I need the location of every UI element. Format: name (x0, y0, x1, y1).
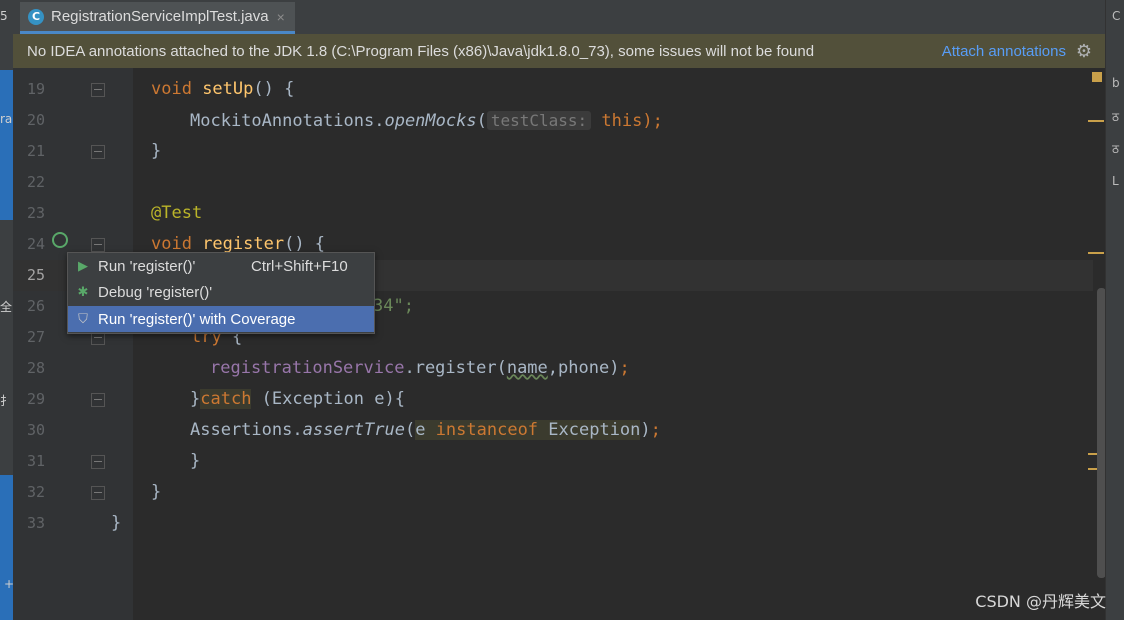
code-line: 33 } (13, 508, 1093, 539)
menu-item-label: Run 'register()' (98, 257, 196, 275)
run-test-gutter-icon[interactable] (52, 232, 68, 248)
menu-item-label: Run 'register()' with Coverage (98, 310, 296, 328)
right-strip-text: b (1112, 76, 1120, 90)
coverage-shield-icon: ⛉ (78, 311, 88, 326)
right-strip-text: ठ (1112, 142, 1119, 156)
fold-marker[interactable] (91, 238, 105, 252)
run-icon: ▶ (78, 258, 88, 273)
java-class-icon: C (28, 8, 44, 25)
line-number: 24 (26, 235, 45, 253)
menu-item-run-with-coverage[interactable]: ⛉ Run 'register()' with Coverage (68, 306, 374, 332)
close-icon[interactable]: × (277, 9, 285, 25)
gear-icon[interactable]: ⚙ (1076, 41, 1092, 62)
code-line: 22 (13, 167, 1093, 198)
run-context-menu: ▶ Run 'register()' Ctrl+Shift+F10 ✱ Debu… (67, 252, 375, 334)
banner-message: No IDEA annotations attached to the JDK … (27, 42, 815, 60)
left-tool-strip: 5 ra 全 扌 + (0, 0, 13, 620)
parameter-hint: testClass: (486, 111, 592, 130)
line-number: 25 (26, 266, 45, 284)
right-strip-text: L (1112, 174, 1119, 188)
code-line: 20 MockitoAnnotations.openMocks(testClas… (13, 105, 1093, 136)
code-editor[interactable]: 19 void setUp() { 20 MockitoAnnotations.… (13, 68, 1105, 620)
code-line: 28 registrationService.register(name,pho… (13, 353, 1093, 384)
fold-marker[interactable] (91, 455, 105, 469)
line-number: 29 (26, 390, 45, 408)
line-number: 21 (26, 142, 45, 160)
menu-item-run[interactable]: ▶ Run 'register()' Ctrl+Shift+F10 (68, 253, 374, 279)
line-number: 27 (26, 328, 45, 346)
tab-registrationserviceimpltest[interactable]: C RegistrationServiceImplTest.java × (20, 2, 295, 34)
test-annotation: @Test (151, 203, 203, 223)
left-strip-text: 5 (0, 9, 8, 23)
code-line: 29 }catch (Exception e){ (13, 384, 1093, 415)
right-strip-text: ठ (1112, 110, 1119, 124)
code-text: } (151, 482, 162, 502)
code-text: void setUp() { (151, 79, 295, 99)
warning-indicator[interactable] (1092, 72, 1102, 82)
code-text: }catch (Exception e){ (190, 389, 405, 409)
code-text: registrationService.register(name,phone)… (210, 358, 630, 378)
tab-label: RegistrationServiceImplTest.java (51, 8, 269, 25)
menu-item-debug[interactable]: ✱ Debug 'register()' (68, 279, 374, 305)
code-line: 23 @Test (13, 198, 1093, 229)
project-panel-edge (0, 70, 13, 220)
watermark: CSDN @丹辉美文 (975, 592, 1106, 611)
line-number: 31 (26, 452, 45, 470)
line-number: 32 (26, 483, 45, 501)
fold-marker[interactable] (91, 145, 105, 159)
fold-marker[interactable] (91, 486, 105, 500)
line-number: 30 (26, 421, 45, 439)
left-strip-text: 扌 (0, 394, 13, 408)
code-line: 19 void setUp() { (13, 74, 1093, 105)
line-number: 23 (26, 204, 45, 222)
attach-annotations-link[interactable]: Attach annotations (942, 43, 1066, 60)
code-text: } (111, 513, 122, 533)
left-strip-text[interactable]: + (4, 577, 13, 591)
annotations-notification-banner: No IDEA annotations attached to the JDK … (13, 34, 1105, 68)
vertical-scrollbar[interactable] (1097, 288, 1105, 578)
code-text: Assertions.assertTrue(e instanceof Excep… (190, 420, 661, 440)
line-number: 19 (26, 80, 45, 98)
line-number: 20 (26, 111, 45, 129)
left-strip-text: 全 (0, 300, 13, 314)
fold-marker[interactable] (91, 83, 105, 97)
code-text: MockitoAnnotations.openMocks(testClass: … (190, 111, 663, 131)
code-line: 30 Assertions.assertTrue(e instanceof Ex… (13, 415, 1093, 446)
line-number: 22 (26, 173, 45, 191)
fold-marker[interactable] (91, 393, 105, 407)
line-number: 28 (26, 359, 45, 377)
code-line: 21 } (13, 136, 1093, 167)
right-tool-strip: C b ठ ठ L (1105, 0, 1124, 620)
right-strip-text[interactable]: C (1112, 9, 1120, 23)
left-strip-text: ra (0, 112, 13, 126)
editor-tab-bar: C RegistrationServiceImplTest.java × (13, 0, 1105, 35)
line-number: 26 (26, 297, 45, 315)
code-line: 32 } (13, 477, 1093, 508)
shortcut-label: Ctrl+Shift+F10 (251, 257, 348, 275)
line-number: 33 (26, 514, 45, 532)
project-panel-edge-lower (0, 475, 13, 620)
menu-item-label: Debug 'register()' (98, 283, 213, 301)
debug-bug-icon: ✱ (77, 284, 89, 299)
code-text: } (151, 141, 162, 161)
code-text: 34"; (373, 296, 414, 316)
code-text: } (190, 451, 201, 471)
code-line: 31 } (13, 446, 1093, 477)
